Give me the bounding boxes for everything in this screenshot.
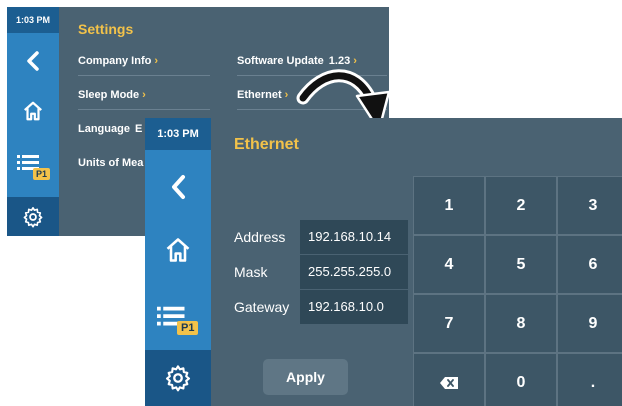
program-badge: P1 — [177, 321, 199, 335]
settings-item-sleep-mode[interactable]: Sleep Mode › — [78, 81, 210, 110]
field-label: Gateway — [234, 299, 290, 315]
chevron-right-icon: › — [154, 55, 159, 67]
key-8[interactable]: 8 — [486, 295, 556, 352]
address-row: Address 192.168.10.14 — [234, 220, 408, 254]
settings-item-label: Company Info — [78, 55, 152, 67]
numeric-keypad: 1 2 3 4 5 6 7 8 9 0 . — [413, 176, 622, 406]
back-arrow-icon — [27, 51, 39, 71]
home-icon — [24, 101, 42, 121]
settings-item-label: Language — [78, 123, 130, 135]
settings-button[interactable] — [145, 350, 211, 406]
sidebar: 1:03 PM P1 — [7, 7, 59, 236]
status-time: 1:03 PM — [7, 7, 59, 33]
home-button[interactable] — [145, 228, 211, 272]
sidebar: 1:03 PM P1 — [145, 118, 211, 406]
program-list-button[interactable]: P1 — [7, 147, 59, 187]
program-list-button[interactable]: P1 — [145, 296, 211, 346]
address-field[interactable]: 192.168.10.14 — [300, 220, 408, 254]
field-label: Mask — [234, 264, 268, 280]
home-button[interactable] — [7, 93, 59, 129]
gear-icon — [23, 206, 43, 228]
mask-row: Mask 255.255.255.0 — [234, 255, 408, 289]
key-0[interactable]: 0 — [486, 354, 556, 406]
settings-item-value: E — [134, 123, 143, 135]
gateway-row: Gateway 192.168.10.0 — [234, 290, 408, 324]
key-3[interactable]: 3 — [558, 177, 622, 234]
program-badge: P1 — [33, 168, 51, 180]
key-7[interactable]: 7 — [414, 295, 484, 352]
gear-icon — [165, 365, 191, 392]
key-5[interactable]: 5 — [486, 236, 556, 293]
key-6[interactable]: 6 — [558, 236, 622, 293]
page-title: Settings — [78, 21, 134, 37]
back-button[interactable] — [7, 43, 59, 79]
apply-button[interactable]: Apply — [263, 359, 348, 395]
backspace-icon — [440, 376, 458, 389]
status-time: 1:03 PM — [145, 118, 211, 150]
home-icon — [166, 238, 190, 262]
mask-field[interactable]: 255.255.255.0 — [300, 255, 408, 289]
back-arrow-icon — [172, 175, 185, 199]
settings-item-label: Ethernet — [237, 89, 282, 101]
settings-item-label: Sleep Mode — [78, 89, 140, 101]
page-title: Ethernet — [234, 136, 299, 153]
key-9[interactable]: 9 — [558, 295, 622, 352]
chevron-right-icon: › — [142, 89, 146, 101]
settings-item-company-info[interactable]: Company Info › — [78, 47, 210, 76]
gateway-field[interactable]: 192.168.10.0 — [300, 290, 408, 324]
key-1[interactable]: 1 — [414, 177, 484, 234]
ethernet-screen: 1:03 PM P1 Ethernet Address 192.168.10.1… — [145, 118, 622, 406]
key-2[interactable]: 2 — [486, 177, 556, 234]
chevron-right-icon: › — [284, 89, 289, 101]
key-backspace[interactable] — [414, 354, 484, 406]
settings-item-label: Units of Mea — [78, 157, 144, 169]
settings-button[interactable] — [7, 197, 59, 236]
key-4[interactable]: 4 — [414, 236, 484, 293]
key-decimal[interactable]: . — [558, 354, 622, 406]
field-label: Address — [234, 229, 286, 245]
back-button[interactable] — [145, 166, 211, 208]
